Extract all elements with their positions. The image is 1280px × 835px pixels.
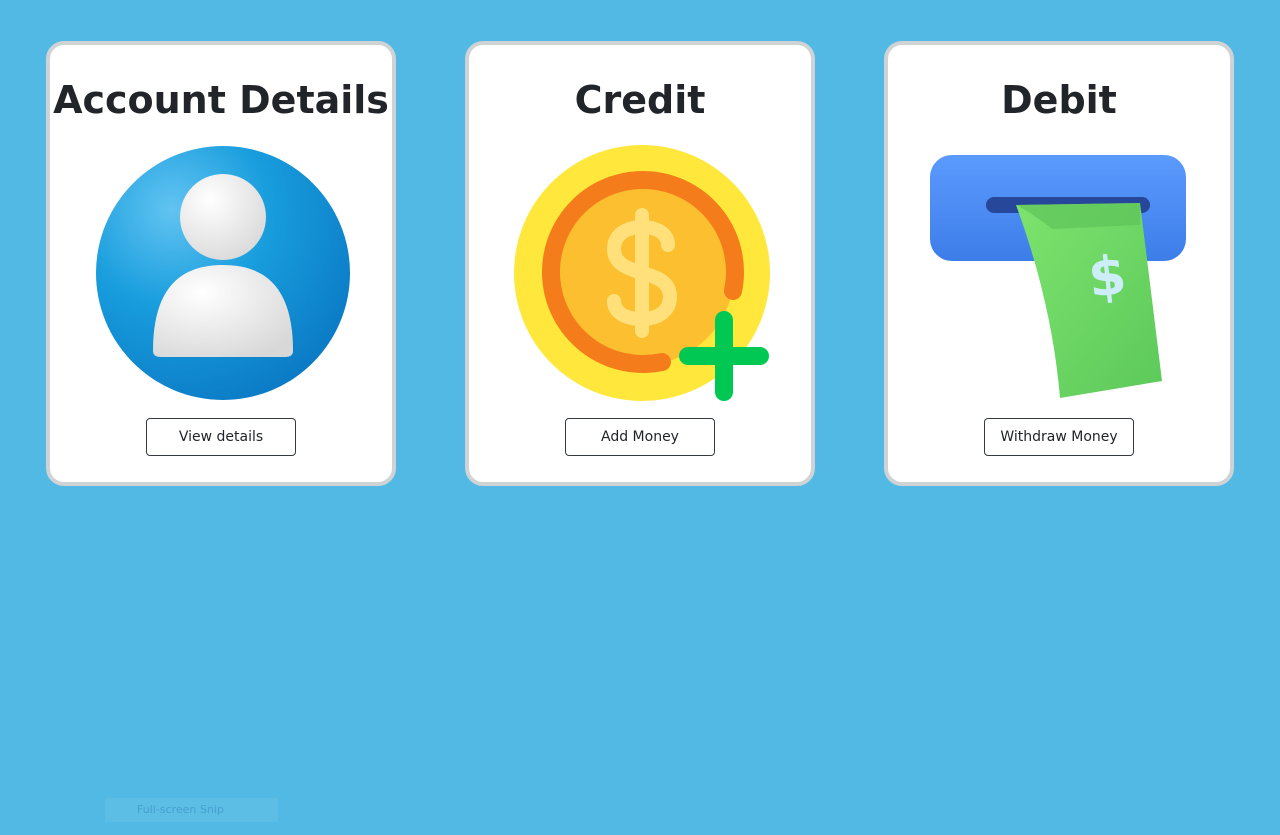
- card-title: Account Details: [53, 78, 389, 122]
- card-title: Credit: [574, 78, 706, 122]
- user-avatar-icon: [95, 145, 351, 401]
- add-money-button[interactable]: Add Money: [565, 418, 715, 456]
- card-grid: Account Details View details Credit Add …: [46, 41, 1234, 486]
- card-title: Debit: [1001, 78, 1117, 122]
- svg-text:$: $: [1085, 243, 1129, 310]
- cash-withdraw-icon: $: [912, 133, 1204, 421]
- view-details-button[interactable]: View details: [146, 418, 296, 456]
- credit-card: Credit Add Money: [465, 41, 815, 486]
- debit-card: Debit $ Withdraw Money: [884, 41, 1234, 486]
- snip-overlay: Full-screen Snip: [105, 798, 278, 822]
- withdraw-money-button[interactable]: Withdraw Money: [984, 418, 1134, 456]
- account-details-card: Account Details View details: [46, 41, 396, 486]
- coin-plus-icon: [514, 145, 770, 401]
